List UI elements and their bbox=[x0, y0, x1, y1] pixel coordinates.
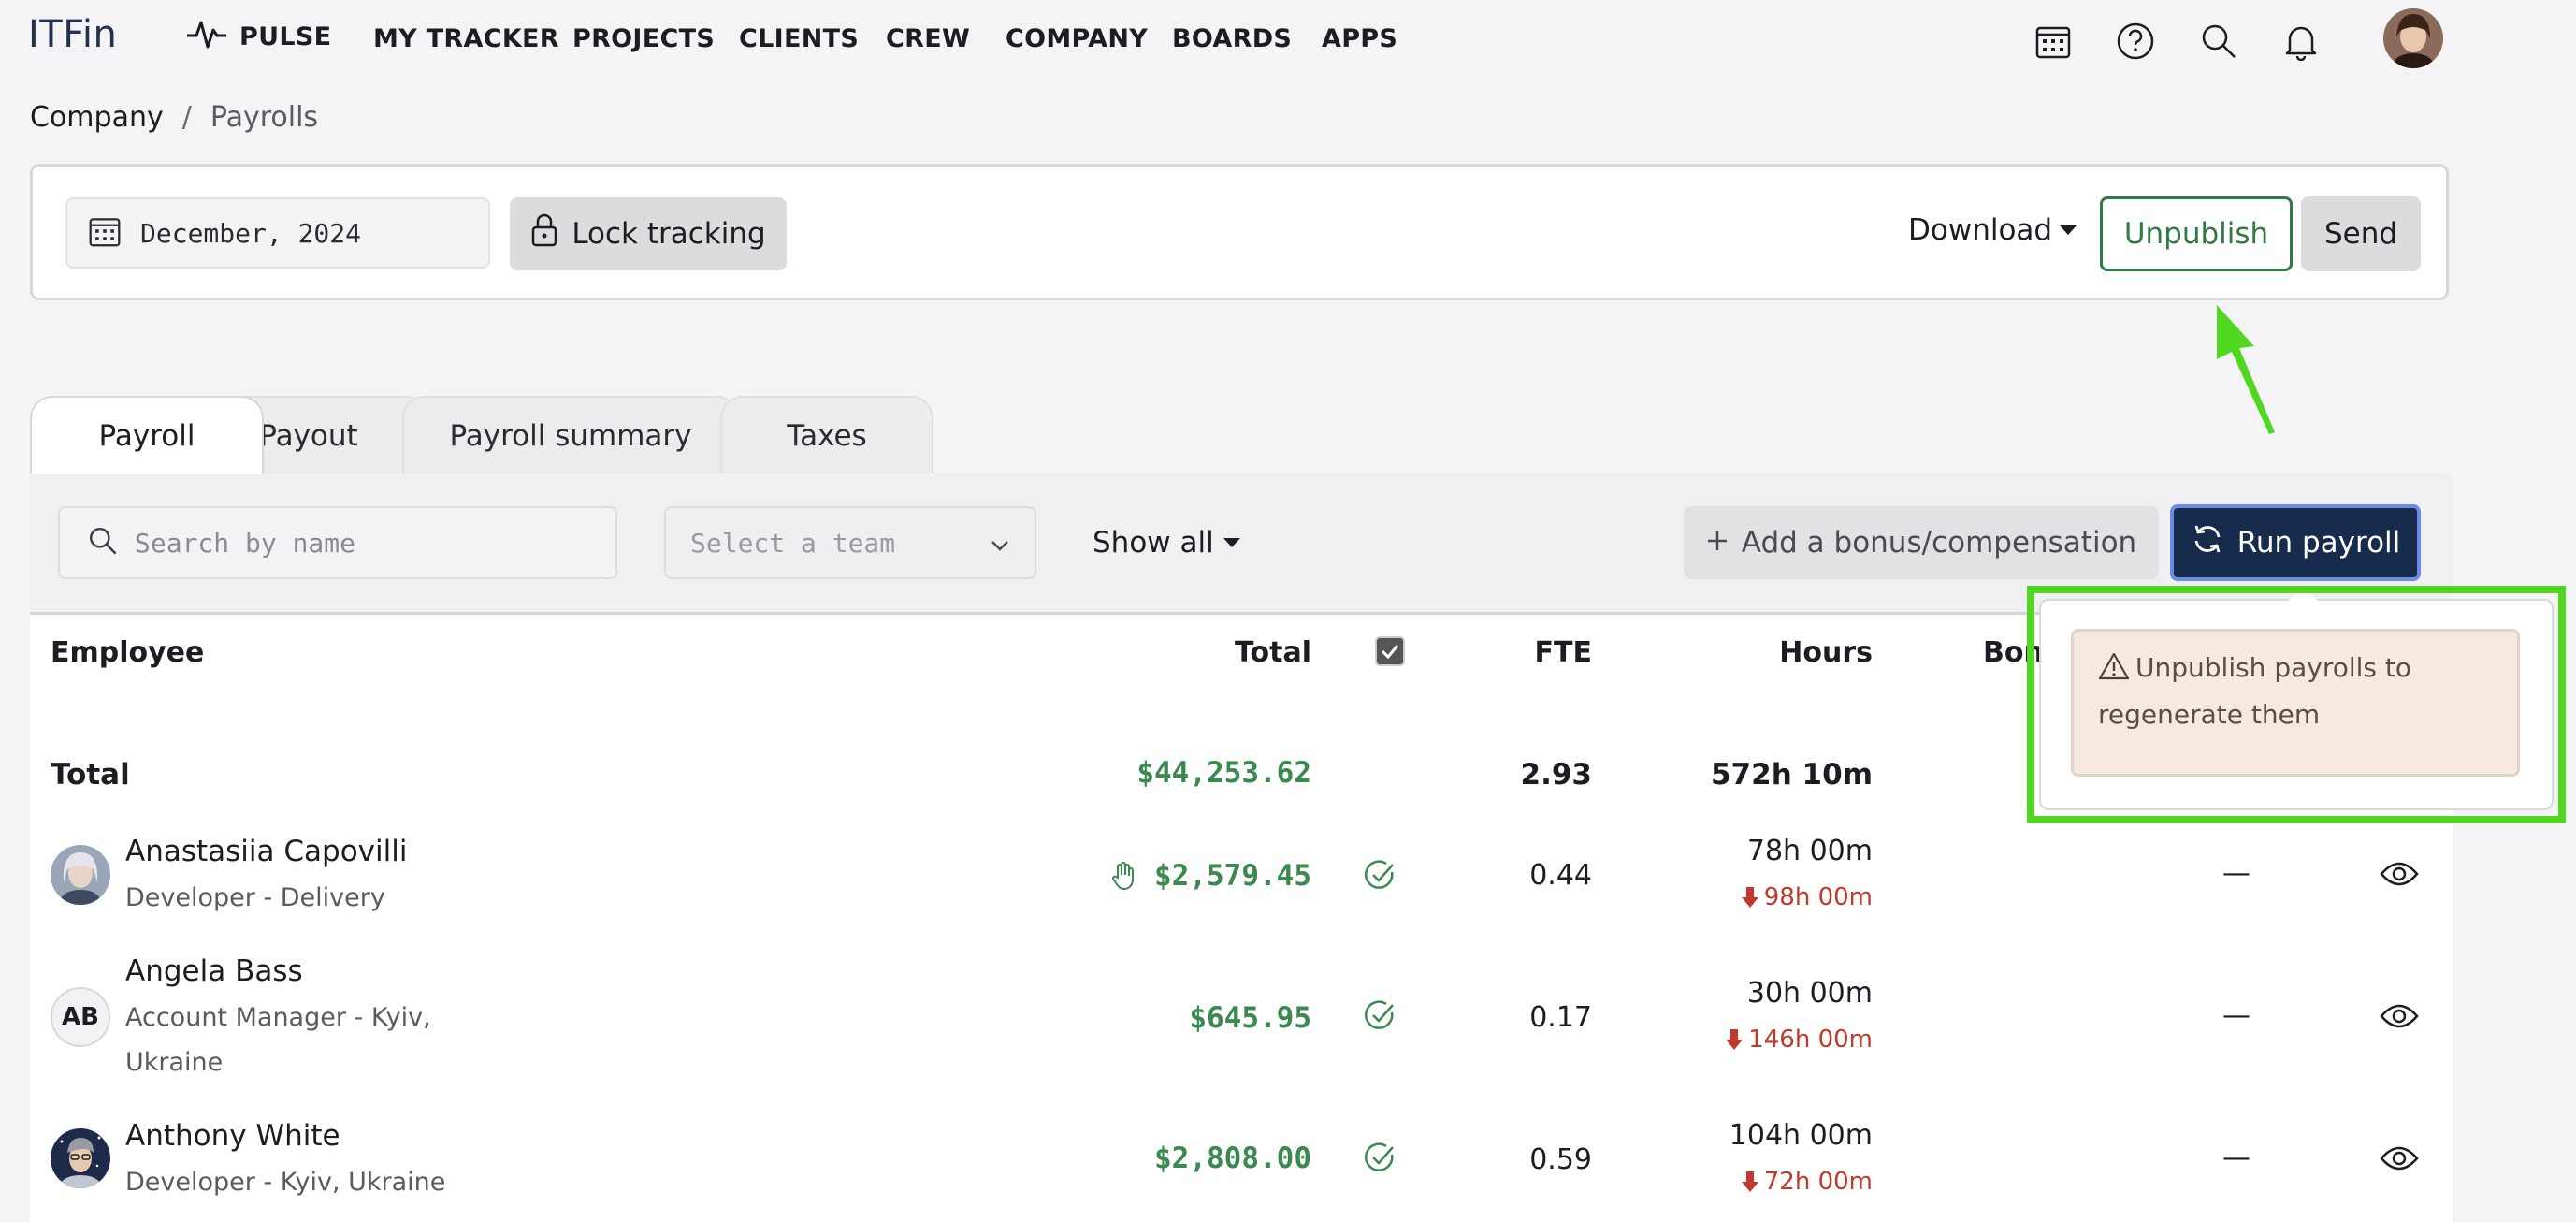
eye-icon[interactable] bbox=[2380, 1001, 2419, 1035]
caret-down-icon bbox=[2060, 225, 2077, 235]
download-dropdown[interactable]: Download bbox=[1908, 213, 2077, 247]
download-label: Download bbox=[1908, 213, 2053, 247]
breadcrumb: Company / Payrolls bbox=[30, 101, 318, 134]
select-all-checkbox[interactable] bbox=[1375, 636, 1405, 666]
arrow-down-icon bbox=[1741, 1171, 1758, 1192]
employee-total: $645.95 bbox=[1189, 1001, 1311, 1035]
header-fte[interactable]: FTE bbox=[1440, 636, 1592, 669]
nav-item-crew[interactable]: CREW bbox=[886, 24, 970, 53]
employee-total: $2,579.45 bbox=[1154, 859, 1311, 893]
user-avatar[interactable] bbox=[2383, 8, 2443, 68]
bell-icon[interactable] bbox=[2280, 21, 2322, 62]
check-icon bbox=[1381, 645, 1399, 659]
employee-role: Developer - Delivery bbox=[125, 883, 385, 912]
month-picker[interactable]: December, 2024 bbox=[65, 197, 490, 269]
show-all-label: Show all bbox=[1093, 526, 1214, 560]
employee-hours: 30h 00m bbox=[1746, 977, 1873, 1010]
team-select-placeholder: Select a team bbox=[690, 527, 896, 559]
unpublish-button[interactable]: Unpublish bbox=[2100, 196, 2293, 271]
employee-hours: 104h 00m bbox=[1729, 1119, 1873, 1152]
tab-payroll-summary[interactable]: Payroll summary bbox=[402, 396, 739, 474]
check-circle-icon bbox=[1364, 999, 1397, 1037]
tab-taxes[interactable]: Taxes bbox=[720, 396, 933, 474]
annotation-highlight bbox=[2027, 586, 2566, 823]
nav-item-boards[interactable]: BOARDS bbox=[1172, 24, 1292, 53]
nav-item-my-tracker[interactable]: MY TRACKER bbox=[373, 24, 559, 53]
employee-fte: 0.17 bbox=[1529, 1001, 1592, 1034]
breadcrumb-company[interactable]: Company bbox=[30, 101, 164, 134]
help-icon[interactable] bbox=[2115, 21, 2156, 62]
calendar-icon[interactable] bbox=[2033, 21, 2074, 62]
hours-under-indicator: 98h 00m bbox=[1684, 883, 1873, 911]
lock-icon bbox=[530, 212, 558, 255]
bonus-value: — bbox=[2222, 999, 2250, 1032]
nav-item-projects[interactable]: PROJECTS bbox=[572, 24, 715, 53]
lock-tracking-label: Lock tracking bbox=[572, 217, 766, 251]
team-select[interactable]: Select a team bbox=[664, 506, 1036, 579]
nav-item-pulse-label: PULSE bbox=[239, 22, 332, 51]
avatar bbox=[51, 845, 110, 905]
eye-icon[interactable] bbox=[2380, 1143, 2419, 1177]
run-payroll-button[interactable]: Run payroll bbox=[2170, 504, 2421, 581]
refresh-icon bbox=[2191, 522, 2224, 563]
employee-name[interactable]: Anastasiia Capovilli bbox=[125, 835, 407, 868]
header-hours[interactable]: Hours bbox=[1684, 636, 1873, 669]
show-all-dropdown[interactable]: Show all bbox=[1093, 526, 1240, 560]
employee-total: $2,808.00 bbox=[1154, 1142, 1311, 1175]
plus-icon bbox=[1706, 526, 1729, 560]
check-circle-icon bbox=[1364, 859, 1397, 896]
hours-under-indicator: 146h 00m bbox=[1684, 1026, 1873, 1054]
arrow-down-icon bbox=[1741, 887, 1758, 908]
month-value: December, 2024 bbox=[140, 217, 362, 249]
nav-item-pulse[interactable]: PULSE bbox=[185, 17, 331, 56]
total-amount: $44,253.62 bbox=[1136, 756, 1311, 790]
add-bonus-button[interactable]: Add a bonus/compensation bbox=[1684, 506, 2159, 579]
annotation-arrow bbox=[2217, 305, 2275, 434]
employee-hours: 78h 00m bbox=[1746, 835, 1873, 867]
bonus-value: — bbox=[2222, 1142, 2250, 1174]
hours-under-indicator: 72h 00m bbox=[1684, 1168, 1873, 1196]
employee-role-continued: Ukraine bbox=[125, 1048, 224, 1077]
total-label: Total bbox=[51, 758, 130, 792]
employee-name[interactable]: Angela Bass bbox=[125, 954, 303, 988]
search-input[interactable]: Search by name bbox=[58, 506, 617, 579]
run-payroll-label: Run payroll bbox=[2236, 526, 2401, 560]
employee-role: Account Manager - Kyiv, bbox=[125, 1003, 431, 1032]
caret-down-icon bbox=[1223, 538, 1240, 547]
hours-under-value: 146h 00m bbox=[1748, 1026, 1873, 1054]
tab-payroll[interactable]: Payroll bbox=[30, 396, 264, 474]
calendar-icon bbox=[88, 214, 122, 252]
avatar: AB bbox=[51, 987, 110, 1047]
employee-fte: 0.59 bbox=[1529, 1143, 1592, 1176]
breadcrumb-separator: / bbox=[181, 101, 192, 134]
app-logo[interactable]: ITFin bbox=[28, 13, 117, 56]
breadcrumb-current: Payrolls bbox=[210, 101, 319, 134]
hours-under-value: 98h 00m bbox=[1763, 883, 1873, 911]
total-fte: 2.93 bbox=[1520, 758, 1593, 792]
pulse-icon bbox=[185, 17, 228, 56]
add-bonus-label: Add a bonus/compensation bbox=[1741, 526, 2137, 560]
employee-name[interactable]: Anthony White bbox=[125, 1119, 340, 1153]
employee-role: Developer - Kyiv, Ukraine bbox=[125, 1168, 446, 1197]
check-circle-icon bbox=[1364, 1142, 1397, 1179]
search-placeholder: Search by name bbox=[135, 527, 356, 559]
search-icon[interactable] bbox=[2198, 21, 2239, 62]
chevron-down-icon bbox=[990, 528, 1010, 559]
eye-icon[interactable] bbox=[2380, 859, 2419, 893]
lock-tracking-button[interactable]: Lock tracking bbox=[510, 197, 787, 270]
nav-item-company[interactable]: COMPANY bbox=[1006, 24, 1148, 53]
total-hours: 572h 10m bbox=[1710, 758, 1873, 792]
header-employee[interactable]: Employee bbox=[51, 636, 204, 669]
send-button[interactable]: Send bbox=[2301, 196, 2421, 271]
avatar bbox=[51, 1128, 110, 1188]
nav-item-apps[interactable]: APPS bbox=[1322, 24, 1397, 53]
hours-under-value: 72h 00m bbox=[1763, 1168, 1873, 1196]
bonus-value: — bbox=[2222, 857, 2250, 890]
search-icon bbox=[88, 526, 118, 560]
arrow-down-icon bbox=[1726, 1029, 1744, 1050]
nav-item-clients[interactable]: CLIENTS bbox=[739, 24, 859, 53]
header-total[interactable]: Total bbox=[1122, 636, 1311, 669]
employee-fte: 0.44 bbox=[1529, 859, 1592, 892]
